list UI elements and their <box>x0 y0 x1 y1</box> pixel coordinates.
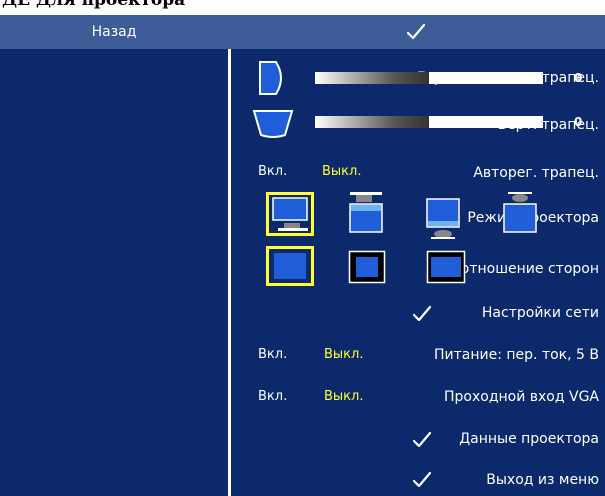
column-divider <box>228 49 231 496</box>
vga-through-on-option[interactable]: Вкл. <box>258 389 287 404</box>
dc-power-on-option[interactable]: Вкл. <box>258 347 287 362</box>
label-projector-info: Данные проектора <box>459 431 599 447</box>
rear-desk-icon[interactable] <box>425 197 463 245</box>
aspect-wide-icon[interactable] <box>426 250 466 288</box>
projector-info-check-icon[interactable] <box>412 431 432 449</box>
horizontal-keystone-value: 0 <box>574 71 583 85</box>
label-network-settings: Настройки сети <box>481 305 599 321</box>
projector-settings-menu: Назад Горизонтальная трапец. Верт. трапе… <box>0 15 605 496</box>
back-check-icon[interactable] <box>406 23 426 41</box>
document-caption: ДЕ Для проектора <box>2 0 186 10</box>
vertical-keystone-value: 0 <box>574 115 583 129</box>
label-aspect-ratio: Соотношение сторон <box>442 261 599 277</box>
front-ceiling-icon[interactable] <box>346 192 386 240</box>
aspect-4-3-icon[interactable] <box>348 250 386 288</box>
exit-menu-check-icon[interactable] <box>412 471 432 489</box>
back-label[interactable]: Назад <box>0 24 228 40</box>
label-auto-keystone: Авторег. трапец. <box>473 165 599 181</box>
vertical-keystone-slider[interactable] <box>315 116 543 128</box>
dc-power-off-option[interactable]: Выкл. <box>324 347 363 362</box>
front-desk-icon[interactable] <box>266 192 314 240</box>
auto-keystone-on-option[interactable]: Вкл. <box>258 164 287 179</box>
vertical-keystone-slider-fill <box>315 116 429 128</box>
horizontal-keystone-icon <box>258 60 288 100</box>
horizontal-keystone-slider[interactable] <box>315 72 543 84</box>
vertical-keystone-icon <box>252 109 294 143</box>
rear-ceiling-icon[interactable] <box>502 192 540 240</box>
label-dc-power: Питание: пер. ток, 5 В <box>434 347 599 363</box>
vga-through-off-option[interactable]: Выкл. <box>324 389 363 404</box>
label-vga-through: Проходной вход VGA <box>443 389 599 405</box>
aspect-original-icon[interactable] <box>266 246 314 290</box>
network-settings-check-icon[interactable] <box>412 305 432 323</box>
label-projector-mode: Режим проектора <box>467 210 599 226</box>
label-exit-menu: Выход из меню <box>486 472 599 488</box>
auto-keystone-off-option[interactable]: Выкл. <box>322 164 361 179</box>
horizontal-keystone-slider-fill <box>315 72 429 84</box>
